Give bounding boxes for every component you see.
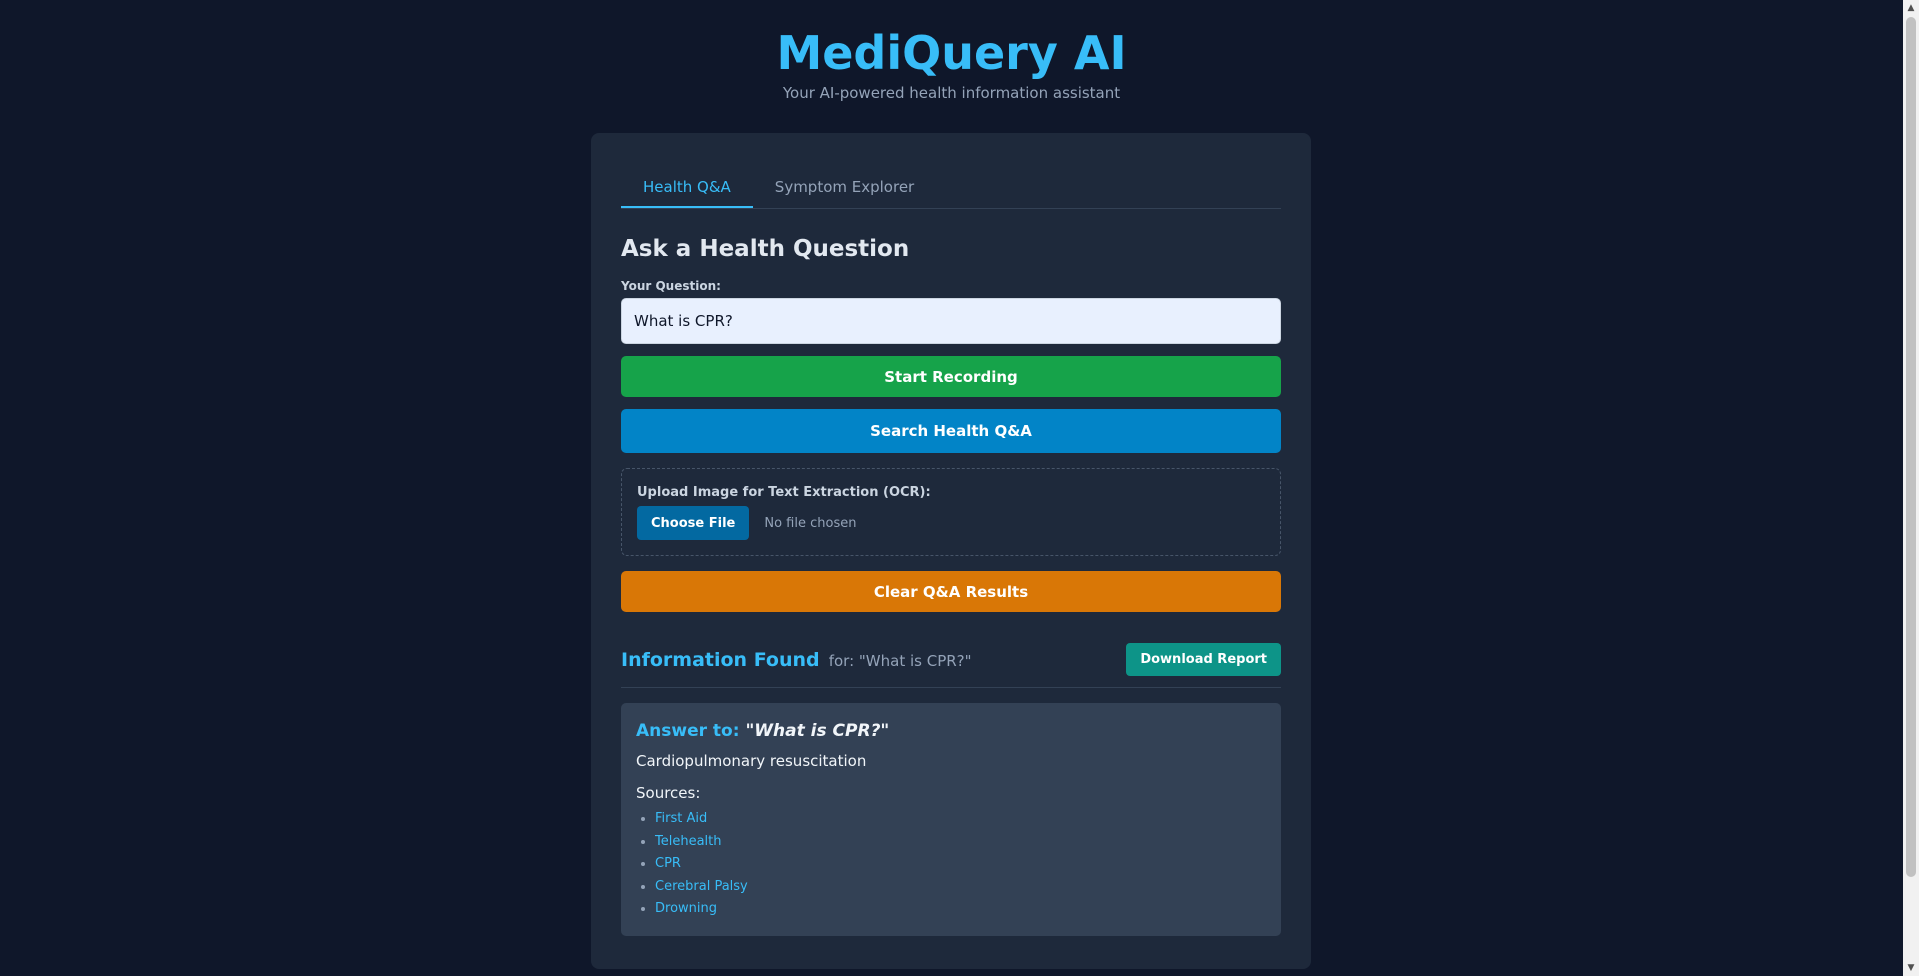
list-item: CPR: [655, 853, 1266, 876]
vertical-scrollbar[interactable]: ▲ ▼: [1903, 0, 1919, 976]
question-label: Your Question:: [621, 279, 721, 293]
tab-health-qa[interactable]: Health Q&A: [621, 166, 753, 208]
tab-bar: Health Q&A Symptom Explorer: [621, 166, 1281, 209]
main-card: Health Q&A Symptom Explorer Ask a Health…: [591, 133, 1311, 969]
results-header: Information Found for: "What is CPR?" Do…: [621, 642, 1281, 688]
file-status: No file chosen: [764, 515, 857, 531]
source-link-drowning[interactable]: Drowning: [655, 901, 717, 916]
search-button[interactable]: Search Health Q&A: [621, 409, 1281, 453]
results-query: for: "What is CPR?": [828, 651, 972, 670]
scroll-up-arrow-icon[interactable]: ▲: [1903, 0, 1919, 16]
list-item: Telehealth: [655, 831, 1266, 854]
start-recording-button[interactable]: Start Recording: [621, 356, 1281, 397]
clear-results-button[interactable]: Clear Q&A Results: [621, 571, 1281, 612]
choose-file-button[interactable]: Choose File: [637, 506, 750, 540]
site-header: MediQuery AI Your AI-powered health info…: [0, 0, 1903, 102]
download-report-button[interactable]: Download Report: [1126, 643, 1281, 676]
scroll-down-arrow-icon[interactable]: ▼: [1903, 960, 1919, 976]
app-title: MediQuery AI: [776, 26, 1127, 80]
results-heading: Information Found for: "What is CPR?": [621, 649, 972, 671]
results-title: Information Found: [621, 648, 820, 671]
list-item: Cerebral Palsy: [655, 876, 1266, 899]
answer-question: "What is CPR?": [745, 721, 890, 741]
app-subtitle: Your AI-powered health information assis…: [782, 84, 1121, 102]
page: MediQuery AI Your AI-powered health info…: [0, 0, 1903, 976]
list-item: First Aid: [655, 808, 1266, 831]
sources-label: Sources:: [636, 784, 701, 802]
answer-prefix: Answer to:: [636, 721, 740, 741]
answer-heading: Answer to: "What is CPR?": [636, 720, 1266, 742]
tab-symptom-explorer[interactable]: Symptom Explorer: [753, 166, 936, 208]
answer-text: Cardiopulmonary resuscitation: [636, 752, 867, 770]
file-input-row: Choose File No file chosen: [637, 506, 1265, 540]
answer-box: Answer to: "What is CPR?" Cardiopulmonar…: [621, 703, 1281, 936]
ocr-upload-box: Upload Image for Text Extraction (OCR): …: [621, 468, 1281, 556]
section-title: Ask a Health Question: [621, 236, 910, 262]
scroll-thumb[interactable]: [1906, 17, 1916, 877]
sources-list: First Aid Telehealth CPR Cerebral Palsy …: [636, 808, 1266, 921]
upload-label: Upload Image for Text Extraction (OCR):: [637, 485, 931, 500]
question-input[interactable]: [621, 298, 1281, 344]
source-link-telehealth[interactable]: Telehealth: [655, 834, 722, 849]
source-link-cpr[interactable]: CPR: [655, 856, 681, 871]
source-link-cerebral-palsy[interactable]: Cerebral Palsy: [655, 879, 748, 894]
list-item: Drowning: [655, 898, 1266, 921]
source-link-first-aid[interactable]: First Aid: [655, 811, 707, 826]
